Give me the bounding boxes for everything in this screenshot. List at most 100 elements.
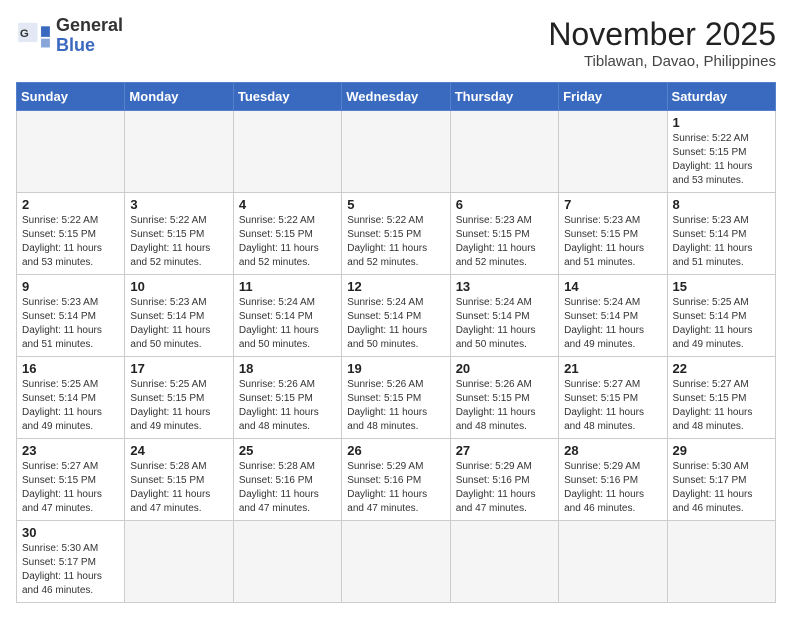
- calendar-cell: 11 Sunrise: 5:24 AMSunset: 5:14 PMDayligh…: [233, 275, 341, 357]
- day-info: Sunrise: 5:23 AMSunset: 5:14 PMDaylight:…: [130, 296, 227, 352]
- calendar-cell: 17 Sunrise: 5:25 AMSunset: 5:15 PMDayligh…: [125, 357, 233, 439]
- day-info: Sunrise: 5:22 AMSunset: 5:15 PMDaylight:…: [673, 132, 770, 188]
- calendar-cell: [667, 521, 775, 603]
- logo-text: General Blue: [56, 16, 123, 56]
- calendar-cell: 14Sunrise: 5:24 AMSunset: 5:14 PMDayligh…: [559, 275, 667, 357]
- calendar-cell: 2 Sunrise: 5:22 AMSunset: 5:15 PMDaylight…: [17, 193, 125, 275]
- calendar-cell: 12 Sunrise: 5:24 AMSunset: 5:14 PMDayligh…: [342, 275, 450, 357]
- calendar-cell: [125, 111, 233, 193]
- header: G General Blue November 2025 Tiblawan, D…: [16, 16, 776, 70]
- day-info: Sunrise: 5:22 AMSunset: 5:15 PMDaylight:…: [347, 214, 444, 270]
- calendar-week-4: 16 Sunrise: 5:25 AMSunset: 5:14 PMDayligh…: [17, 357, 776, 439]
- calendar-cell: [559, 521, 667, 603]
- day-number: 26: [347, 443, 444, 458]
- day-info: Sunrise: 5:24 AMSunset: 5:14 PMDaylight:…: [564, 296, 661, 352]
- month-title: November 2025: [548, 16, 776, 53]
- day-number: 19: [347, 361, 444, 376]
- day-info: Sunrise: 5:29 AMSunset: 5:16 PMDaylight:…: [347, 460, 444, 516]
- day-info: Sunrise: 5:26 AMSunset: 5:15 PMDaylight:…: [239, 378, 336, 434]
- day-number: 17: [130, 361, 227, 376]
- day-info: Sunrise: 5:23 AMSunset: 5:14 PMDaylight:…: [673, 214, 770, 270]
- logo: G General Blue: [16, 16, 123, 56]
- calendar-cell: 4Sunrise: 5:22 AMSunset: 5:15 PMDaylight…: [233, 193, 341, 275]
- calendar-cell: 10 Sunrise: 5:23 AMSunset: 5:14 PMDayligh…: [125, 275, 233, 357]
- day-number: 23: [22, 443, 119, 458]
- calendar-week-6: 30 Sunrise: 5:30 AMSunset: 5:17 PMDayligh…: [17, 521, 776, 603]
- calendar-cell: 20Sunrise: 5:26 AMSunset: 5:15 PMDayligh…: [450, 357, 558, 439]
- calendar-week-5: 23Sunrise: 5:27 AMSunset: 5:15 PMDayligh…: [17, 439, 776, 521]
- day-number: 9: [22, 279, 119, 294]
- calendar-cell: [17, 111, 125, 193]
- calendar-cell: 29Sunrise: 5:30 AMSunset: 5:17 PMDayligh…: [667, 439, 775, 521]
- calendar-cell: 30 Sunrise: 5:30 AMSunset: 5:17 PMDayligh…: [17, 521, 125, 603]
- day-info: Sunrise: 5:24 AMSunset: 5:14 PMDaylight:…: [347, 296, 444, 352]
- day-number: 30: [22, 525, 119, 540]
- day-number: 11: [239, 279, 336, 294]
- day-info: Sunrise: 5:26 AMSunset: 5:15 PMDaylight:…: [347, 378, 444, 434]
- day-number: 1: [673, 115, 770, 130]
- day-info: Sunrise: 5:25 AMSunset: 5:14 PMDaylight:…: [673, 296, 770, 352]
- title-area: November 2025 Tiblawan, Davao, Philippin…: [548, 16, 776, 70]
- day-info: Sunrise: 5:23 AMSunset: 5:15 PMDaylight:…: [456, 214, 553, 270]
- logo-icon: G: [16, 21, 52, 51]
- day-number: 15: [673, 279, 770, 294]
- day-info: Sunrise: 5:22 AMSunset: 5:15 PMDaylight:…: [22, 214, 119, 270]
- calendar-cell: [450, 111, 558, 193]
- calendar-cell: [233, 111, 341, 193]
- weekday-header-monday: Monday: [125, 83, 233, 111]
- day-number: 13: [456, 279, 553, 294]
- day-info: Sunrise: 5:24 AMSunset: 5:14 PMDaylight:…: [239, 296, 336, 352]
- day-number: 6: [456, 197, 553, 212]
- calendar-cell: [233, 521, 341, 603]
- day-info: Sunrise: 5:25 AMSunset: 5:14 PMDaylight:…: [22, 378, 119, 434]
- calendar-cell: 16 Sunrise: 5:25 AMSunset: 5:14 PMDayligh…: [17, 357, 125, 439]
- calendar-cell: [342, 521, 450, 603]
- calendar-week-1: 1 Sunrise: 5:22 AMSunset: 5:15 PMDaylight…: [17, 111, 776, 193]
- day-number: 12: [347, 279, 444, 294]
- calendar-cell: 28 Sunrise: 5:29 AMSunset: 5:16 PMDayligh…: [559, 439, 667, 521]
- day-number: 25: [239, 443, 336, 458]
- calendar-cell: 19 Sunrise: 5:26 AMSunset: 5:15 PMDayligh…: [342, 357, 450, 439]
- calendar-cell: [125, 521, 233, 603]
- weekday-header-friday: Friday: [559, 83, 667, 111]
- day-number: 8: [673, 197, 770, 212]
- calendar-cell: 25 Sunrise: 5:28 AMSunset: 5:16 PMDayligh…: [233, 439, 341, 521]
- calendar-cell: [342, 111, 450, 193]
- day-info: Sunrise: 5:29 AMSunset: 5:16 PMDaylight:…: [456, 460, 553, 516]
- day-number: 2: [22, 197, 119, 212]
- day-info: Sunrise: 5:30 AMSunset: 5:17 PMDaylight:…: [22, 542, 119, 598]
- day-info: Sunrise: 5:28 AMSunset: 5:15 PMDaylight:…: [130, 460, 227, 516]
- calendar-cell: 6 Sunrise: 5:23 AMSunset: 5:15 PMDaylight…: [450, 193, 558, 275]
- weekday-header-sunday: Sunday: [17, 83, 125, 111]
- calendar-cell: 1 Sunrise: 5:22 AMSunset: 5:15 PMDaylight…: [667, 111, 775, 193]
- calendar-cell: 18Sunrise: 5:26 AMSunset: 5:15 PMDayligh…: [233, 357, 341, 439]
- calendar-cell: 3Sunrise: 5:22 AMSunset: 5:15 PMDaylight…: [125, 193, 233, 275]
- calendar-cell: 8 Sunrise: 5:23 AMSunset: 5:14 PMDaylight…: [667, 193, 775, 275]
- day-info: Sunrise: 5:28 AMSunset: 5:16 PMDaylight:…: [239, 460, 336, 516]
- day-info: Sunrise: 5:25 AMSunset: 5:15 PMDaylight:…: [130, 378, 227, 434]
- calendar-cell: [559, 111, 667, 193]
- logo-blue: Blue: [56, 35, 95, 55]
- calendar-cell: 5 Sunrise: 5:22 AMSunset: 5:15 PMDaylight…: [342, 193, 450, 275]
- day-info: Sunrise: 5:27 AMSunset: 5:15 PMDaylight:…: [673, 378, 770, 434]
- day-number: 3: [130, 197, 227, 212]
- calendar-cell: 21Sunrise: 5:27 AMSunset: 5:15 PMDayligh…: [559, 357, 667, 439]
- day-number: 28: [564, 443, 661, 458]
- day-number: 20: [456, 361, 553, 376]
- calendar-cell: 24 Sunrise: 5:28 AMSunset: 5:15 PMDayligh…: [125, 439, 233, 521]
- day-info: Sunrise: 5:29 AMSunset: 5:16 PMDaylight:…: [564, 460, 661, 516]
- day-number: 10: [130, 279, 227, 294]
- day-number: 27: [456, 443, 553, 458]
- day-number: 5: [347, 197, 444, 212]
- svg-text:G: G: [20, 28, 29, 40]
- day-number: 16: [22, 361, 119, 376]
- day-number: 4: [239, 197, 336, 212]
- calendar-cell: 13Sunrise: 5:24 AMSunset: 5:14 PMDayligh…: [450, 275, 558, 357]
- day-info: Sunrise: 5:30 AMSunset: 5:17 PMDaylight:…: [673, 460, 770, 516]
- day-number: 21: [564, 361, 661, 376]
- calendar-cell: 22Sunrise: 5:27 AMSunset: 5:15 PMDayligh…: [667, 357, 775, 439]
- weekday-header-thursday: Thursday: [450, 83, 558, 111]
- day-number: 24: [130, 443, 227, 458]
- calendar-table: SundayMondayTuesdayWednesdayThursdayFrid…: [16, 82, 776, 603]
- calendar-body: 1 Sunrise: 5:22 AMSunset: 5:15 PMDaylight…: [17, 111, 776, 603]
